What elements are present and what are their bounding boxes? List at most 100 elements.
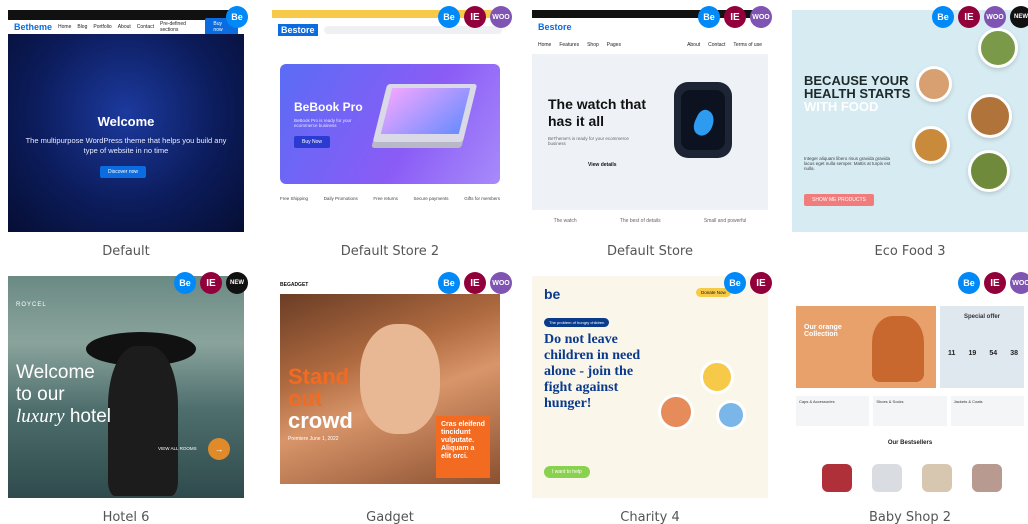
demo-thumbnail[interactable]: Our orange Collection Special offer 11 1… [792, 276, 1028, 498]
woocommerce-badge-icon: WOO [984, 6, 1006, 28]
badge-group: Be IE WOO NEW [932, 6, 1028, 28]
woocommerce-badge-icon: WOO [750, 6, 772, 28]
shoes-product-image [872, 464, 902, 492]
woocommerce-badge-icon: WOO [1010, 272, 1028, 294]
hero-line: Stand [288, 364, 350, 389]
nav-item: About [687, 42, 701, 48]
demo-grid: Be Betheme Home Blog Portfolio About Con… [0, 0, 1028, 524]
special-offer-banner: Special offer 11 19 54 38 [940, 306, 1024, 388]
betheme-badge-icon: Be [932, 6, 954, 28]
betheme-badge-icon: Be [438, 272, 460, 294]
hero-banner: Our orange Collection Special offer 11 1… [792, 276, 1028, 498]
hero-subtitle: Integer aliquam libero risus gravida gra… [804, 156, 891, 171]
countdown-value: 11 [948, 350, 956, 357]
demo-thumbnail[interactable]: ROYCEL Welcome to our luxury hotel VIEW … [8, 276, 244, 498]
demo-thumbnail[interactable]: Betheme Home Blog Portfolio About Contac… [8, 10, 244, 232]
demo-card-default-store[interactable]: Be IE WOO Bestore Home Features Shop Pag… [532, 6, 772, 266]
hero-subtitle: BeBook Pro is ready for your ecommerce b… [294, 118, 352, 128]
buy-now-button: Buy Now [294, 136, 331, 148]
category-row: Caps & Accessories Shoes & Socks Jackets… [796, 396, 1024, 426]
collection-banner: Our orange Collection [796, 306, 936, 388]
feature-item: Gifts for members [464, 196, 500, 201]
site-logo: BEGADGET [280, 282, 309, 288]
hero-line: out [288, 386, 323, 411]
demo-thumbnail[interactable]: Bestore Home Features Shop Pages About C… [532, 10, 768, 232]
hero-line-italic: luxury [16, 406, 65, 427]
food-bowl-image [978, 28, 1018, 68]
countdown-value: 19 [968, 350, 977, 357]
product-row [822, 464, 1002, 492]
show-products-button: SHOW ME PRODUCTS [804, 194, 874, 206]
demo-card-default[interactable]: Be Betheme Home Blog Portfolio About Con… [8, 6, 248, 266]
demo-caption[interactable]: Default Store [532, 244, 768, 259]
demo-card-eco-food-3[interactable]: Be IE WOO NEW BECAUSE YOUR HEALTH STARTS… [792, 6, 1028, 266]
food-bowl-image [916, 66, 952, 102]
woocommerce-badge-icon: WOO [490, 6, 512, 28]
feature-item: Free Shipping [280, 196, 309, 201]
category-card: Shoes & Socks [873, 396, 947, 426]
demo-card-default-store-2[interactable]: Be IE WOO Bestore BeBook Pro BeBook Pro … [272, 6, 512, 266]
site-logo: be [544, 286, 561, 302]
badge-group: Be IE [724, 272, 772, 294]
demo-caption[interactable]: Hotel 6 [8, 510, 244, 524]
nav-item: Shop [587, 42, 599, 48]
hero-title: BeBook Pro [294, 100, 363, 114]
demo-caption[interactable]: Default [8, 244, 244, 259]
hero-banner: BeBook Pro BeBook Pro is ready for your … [280, 64, 500, 184]
nav-item: Home [58, 24, 72, 30]
elementor-badge-icon: IE [724, 6, 746, 28]
discover-now-button: Discover now [100, 166, 147, 178]
hero-line: to our [16, 384, 65, 405]
help-button: I want to help [544, 466, 590, 478]
hero-banner: BECAUSE YOUR HEALTH STARTS WITH FOOD Int… [792, 10, 1028, 232]
strip-item: The best of details [619, 218, 661, 224]
nav-item: Pre-defined sections [160, 21, 186, 33]
elementor-badge-icon: IE [464, 272, 486, 294]
tab-strip: The watch The best of details Small and … [532, 210, 768, 232]
child-photo [658, 394, 694, 430]
new-badge-icon: NEW [226, 272, 248, 294]
demo-card-charity-4[interactable]: Be IE be Donate Now The problem of hungr… [532, 272, 772, 524]
hero-title: Do not leave children in need alone - jo… [544, 332, 641, 411]
hero-banner: Welcome The multipurpose WordPress theme… [8, 34, 244, 232]
demo-card-gadget[interactable]: Be IE WOO BEGADGET Stand out crowd Premi… [272, 272, 512, 524]
hero-line: crowd [288, 408, 353, 433]
site-logo: Bestore [538, 22, 572, 32]
woman-image [108, 346, 178, 496]
hero-line-rest: hotel [64, 406, 112, 427]
view-details-link: View details [588, 162, 617, 168]
laptop-image [372, 84, 478, 142]
demo-thumbnail[interactable]: BEGADGET Stand out crowd Premiere June 1… [272, 276, 508, 498]
nav-item: Home [538, 42, 552, 48]
betheme-badge-icon: Be [438, 6, 460, 28]
demo-caption[interactable]: Default Store 2 [272, 244, 508, 259]
premiere-date: Premiere June 1, 2022 [288, 436, 339, 442]
elementor-badge-icon: IE [750, 272, 772, 294]
hero-banner: The watch that has it all BeTheme's is r… [532, 54, 768, 232]
hero-banner: be Donate Now The problem of hungry chil… [532, 276, 768, 498]
betheme-badge-icon: Be [174, 272, 196, 294]
smartwatch-image [674, 82, 732, 158]
feature-item: Secure payments [413, 196, 449, 201]
demo-thumbnail[interactable]: BECAUSE YOUR HEALTH STARTS WITH FOOD Int… [792, 10, 1028, 232]
demo-caption[interactable]: Charity 4 [532, 510, 768, 524]
mini-navbar: Betheme Home Blog Portfolio About Contac… [8, 18, 244, 36]
site-logo: Bestore [278, 24, 318, 36]
hero-title-light: WITH FOOD [804, 99, 879, 114]
badge-group: Be IE NEW [174, 272, 248, 294]
demo-caption[interactable]: Gadget [272, 510, 508, 524]
demo-card-hotel-6[interactable]: Be IE NEW ROYCEL Welcome to our luxury h… [8, 272, 248, 524]
nav-item: Pages [606, 42, 621, 48]
site-logo: Betheme [14, 22, 53, 32]
food-bowl-image [912, 126, 950, 164]
hero-banner: BEGADGET Stand out crowd Premiere June 1… [272, 276, 508, 498]
nav-item: Terms of use [733, 42, 762, 48]
demo-thumbnail[interactable]: be Donate Now The problem of hungry chil… [532, 276, 768, 498]
badge-group: Be IE WOO [438, 6, 512, 28]
demo-caption[interactable]: Baby Shop 2 [792, 510, 1028, 524]
hero-line: Welcome [16, 362, 95, 383]
child-photo [872, 316, 924, 382]
demo-caption[interactable]: Eco Food 3 [792, 244, 1028, 259]
demo-thumbnail[interactable]: Bestore BeBook Pro BeBook Pro is ready f… [272, 10, 508, 232]
demo-card-baby-shop-2[interactable]: Be IE WOO Our orange Collection Special … [792, 272, 1028, 524]
